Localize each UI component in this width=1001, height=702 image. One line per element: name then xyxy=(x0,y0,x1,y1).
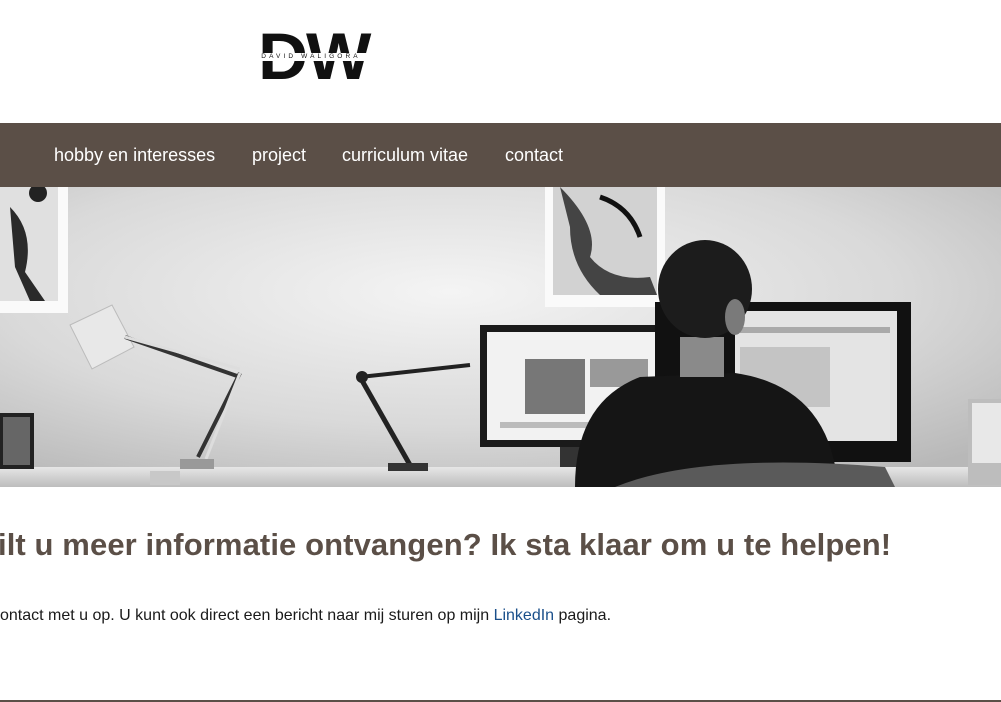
contact-text-before: ontact met u op. U kunt ook direct een b… xyxy=(0,607,494,624)
logo-name: DAVID WALIGORA xyxy=(261,53,361,60)
page-headline: ilt u meer informatie ontvangen? Ik sta … xyxy=(0,527,892,562)
nav-item-project[interactable]: project xyxy=(252,123,306,187)
site-logo[interactable]: DW DAVID WALIGORA xyxy=(252,23,371,89)
hero-image xyxy=(0,187,1001,487)
contact-text-after: pagina. xyxy=(554,607,612,624)
linkedin-link[interactable]: LinkedIn xyxy=(494,607,555,624)
contact-paragraph: ontact met u op. U kunt ook direct een b… xyxy=(0,607,611,625)
nav-item-hobby[interactable]: hobby en interesses xyxy=(54,123,215,187)
nav-item-curriculum-vitae[interactable]: curriculum vitae xyxy=(342,123,468,187)
nav-item-contact[interactable]: contact xyxy=(505,123,563,187)
main-navigation: hobby en interesses project curriculum v… xyxy=(0,123,1001,187)
